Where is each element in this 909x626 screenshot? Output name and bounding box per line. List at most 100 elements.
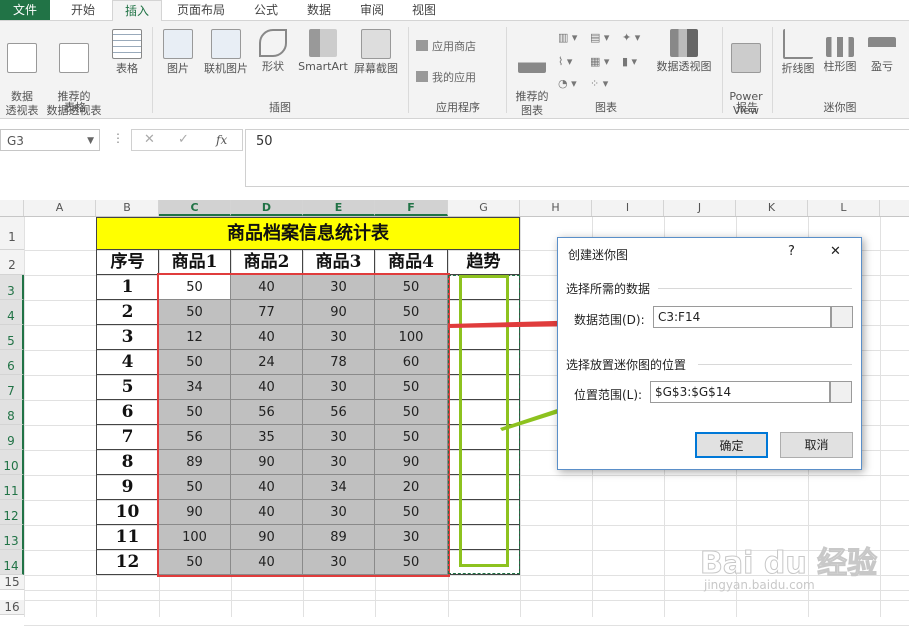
data-cell[interactable]: 30 bbox=[303, 500, 375, 525]
column-header[interactable]: E bbox=[303, 200, 375, 216]
data-cell[interactable]: 12 bbox=[159, 325, 231, 350]
data-cell[interactable]: 40 bbox=[231, 375, 303, 400]
data-cell[interactable]: 90 bbox=[159, 500, 231, 525]
column-header[interactable]: H bbox=[520, 200, 592, 216]
row-header[interactable]: 8 bbox=[0, 400, 24, 425]
column-header[interactable]: I bbox=[592, 200, 664, 216]
data-cell[interactable]: 56 bbox=[303, 400, 375, 425]
data-cell[interactable]: 50 bbox=[375, 425, 448, 450]
header-cell[interactable]: 商品4 bbox=[375, 250, 448, 275]
shapes-button[interactable]: 形状 bbox=[256, 29, 290, 74]
column-header[interactable]: D bbox=[231, 200, 303, 216]
data-cell[interactable]: 50 bbox=[375, 375, 448, 400]
combo-chart-icon[interactable]: ▮ ▾ bbox=[622, 55, 637, 68]
data-cell[interactable]: 24 bbox=[231, 350, 303, 375]
row-header[interactable]: 4 bbox=[0, 300, 24, 325]
row-number-cell[interactable]: 11 bbox=[96, 525, 159, 550]
ok-button[interactable]: 确定 bbox=[695, 432, 768, 458]
data-cell[interactable]: 30 bbox=[303, 450, 375, 475]
data-cell[interactable]: 35 bbox=[231, 425, 303, 450]
data-cell[interactable]: 56 bbox=[159, 425, 231, 450]
header-cell[interactable]: 商品1 bbox=[159, 250, 231, 275]
sparkline-column-button[interactable]: 柱形图 bbox=[820, 29, 860, 74]
column-header[interactable]: A bbox=[24, 200, 96, 216]
table-button[interactable]: 表格 bbox=[108, 29, 146, 76]
row-number-cell[interactable]: 5 bbox=[96, 375, 159, 400]
row-header[interactable]: 6 bbox=[0, 350, 24, 375]
data-cell[interactable]: 50 bbox=[159, 350, 231, 375]
row-number-cell[interactable]: 7 bbox=[96, 425, 159, 450]
data-cell[interactable]: 60 bbox=[375, 350, 448, 375]
range-picker-icon[interactable] bbox=[830, 381, 852, 403]
chevron-down-icon[interactable]: ▼ bbox=[87, 130, 94, 152]
tab-insert[interactable]: 插入 bbox=[112, 0, 162, 22]
cancel-button[interactable]: 取消 bbox=[780, 432, 853, 458]
column-header[interactable]: L bbox=[808, 200, 880, 216]
data-cell[interactable]: 50 bbox=[159, 400, 231, 425]
header-cell[interactable]: 商品3 bbox=[303, 250, 375, 275]
formula-input[interactable]: 50 bbox=[245, 129, 909, 187]
trend-cell[interactable] bbox=[448, 500, 520, 525]
row-header[interactable]: 5 bbox=[0, 325, 24, 350]
row-header[interactable]: 10 bbox=[0, 450, 24, 475]
tab-view[interactable]: 视图 bbox=[402, 0, 446, 20]
waterfall-chart-icon[interactable]: ✦ ▾ bbox=[622, 31, 640, 44]
data-cell[interactable]: 90 bbox=[231, 450, 303, 475]
data-cell[interactable]: 89 bbox=[159, 450, 231, 475]
data-cell[interactable]: 30 bbox=[303, 425, 375, 450]
data-cell[interactable]: 50 bbox=[159, 475, 231, 500]
recommended-charts-button[interactable]: 推荐的 图表 bbox=[512, 29, 552, 118]
data-cell[interactable]: 30 bbox=[303, 275, 375, 300]
data-cell[interactable]: 30 bbox=[375, 525, 448, 550]
header-cell[interactable]: 序号 bbox=[96, 250, 159, 275]
row-header[interactable]: 11 bbox=[0, 475, 24, 500]
data-cell[interactable]: 30 bbox=[303, 375, 375, 400]
tab-formulas[interactable]: 公式 bbox=[244, 0, 288, 20]
row-number-cell[interactable]: 2 bbox=[96, 300, 159, 325]
data-cell[interactable]: 40 bbox=[231, 275, 303, 300]
data-cell[interactable]: 50 bbox=[375, 400, 448, 425]
row-number-cell[interactable]: 12 bbox=[96, 550, 159, 575]
statistic-chart-icon[interactable]: ▦ ▾ bbox=[590, 55, 609, 68]
data-cell[interactable]: 90 bbox=[231, 525, 303, 550]
row-number-cell[interactable]: 9 bbox=[96, 475, 159, 500]
data-cell[interactable]: 50 bbox=[159, 275, 231, 300]
row-header[interactable]: 16 bbox=[0, 600, 24, 615]
app-store-button[interactable]: 应用商店 bbox=[416, 38, 476, 54]
pie-chart-icon[interactable]: ◔ ▾ bbox=[558, 77, 577, 90]
row-header[interactable]: 14 bbox=[0, 550, 24, 575]
trend-cell[interactable] bbox=[448, 525, 520, 550]
data-cell[interactable]: 90 bbox=[375, 450, 448, 475]
column-header[interactable]: B bbox=[96, 200, 159, 216]
row-number-cell[interactable]: 6 bbox=[96, 400, 159, 425]
row-number-cell[interactable]: 3 bbox=[96, 325, 159, 350]
confirm-icon[interactable]: ✓ bbox=[178, 132, 189, 147]
data-cell[interactable]: 40 bbox=[231, 325, 303, 350]
column-chart-icon[interactable]: ▥ ▾ bbox=[558, 31, 577, 44]
tab-home[interactable]: 开始 bbox=[58, 0, 108, 20]
data-cell[interactable]: 78 bbox=[303, 350, 375, 375]
data-cell[interactable]: 34 bbox=[159, 375, 231, 400]
column-header[interactable]: K bbox=[736, 200, 808, 216]
row-number-cell[interactable]: 4 bbox=[96, 350, 159, 375]
my-apps-button[interactable]: 我的应用 bbox=[416, 69, 476, 85]
header-cell[interactable]: 商品2 bbox=[231, 250, 303, 275]
tab-data[interactable]: 数据 bbox=[296, 0, 342, 20]
column-header[interactable]: G bbox=[448, 200, 520, 216]
hierarchy-chart-icon[interactable]: ▤ ▾ bbox=[590, 31, 609, 44]
tab-review[interactable]: 审阅 bbox=[350, 0, 394, 20]
column-header[interactable]: F bbox=[375, 200, 448, 216]
data-cell[interactable]: 50 bbox=[375, 275, 448, 300]
data-cell[interactable]: 50 bbox=[375, 550, 448, 575]
data-cell[interactable]: 20 bbox=[375, 475, 448, 500]
tab-page-layout[interactable]: 页面布局 bbox=[168, 0, 234, 20]
row-header[interactable]: 2 bbox=[0, 250, 24, 275]
row-header[interactable]: 12 bbox=[0, 500, 24, 525]
scatter-chart-icon[interactable]: ⁘ ▾ bbox=[590, 77, 608, 90]
trend-cell[interactable] bbox=[448, 475, 520, 500]
trend-cell[interactable] bbox=[448, 275, 520, 300]
data-cell[interactable]: 40 bbox=[231, 500, 303, 525]
range-picker-icon[interactable] bbox=[831, 306, 853, 328]
sheet-title[interactable]: 商品档案信息统计表 bbox=[96, 217, 520, 250]
line-chart-icon[interactable]: ⌇ ▾ bbox=[558, 55, 572, 68]
